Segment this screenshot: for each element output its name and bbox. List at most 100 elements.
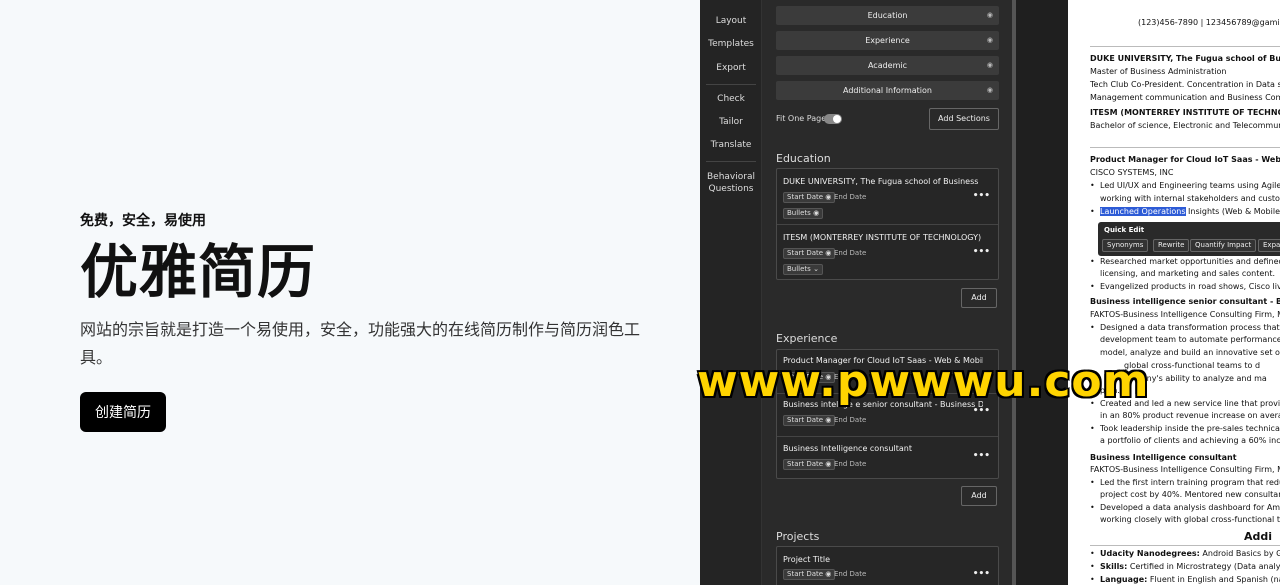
resume-bullet: Led the first intern training program th… [1090,478,1280,487]
synonyms-button[interactable]: Synonyms [1102,239,1149,252]
education-entry[interactable]: DUKE UNIVERSITY, The Fugua school of Bus… [777,169,998,225]
section-button-label: Education [867,11,908,20]
nav-translate[interactable]: Translate [700,139,762,151]
section-button-additional-information[interactable]: Additional Information ◉ [776,81,999,100]
projects-card: Project Title Start Date ◉ - End Date ••… [776,546,999,585]
resume-contact: (123)456-7890 | 123456789@gamil.com [1138,18,1280,27]
fit-one-page-toggle[interactable] [824,114,842,124]
resume-line: working with internal stakeholders and c… [1100,194,1280,203]
resume-line: a portfolio of clients and achieving a 6… [1100,436,1280,445]
resume-line: DUKE UNIVERSITY, The Fugua school of Bus… [1090,54,1280,63]
app-preview: Layout Templates Export Check Tailor Tra… [700,0,1280,585]
eye-icon: ◉ [813,209,820,217]
watermark: www.pwwwu.com [697,356,1150,407]
resume-line: working closely with global cross-functi… [1100,515,1280,524]
nav-export[interactable]: Export [700,62,762,74]
more-options-icon[interactable]: ••• [973,451,990,461]
rewrite-button[interactable]: Rewrite [1153,239,1190,252]
resume-line: licensing, and marketing and sales conte… [1100,269,1276,278]
end-date-label[interactable]: End Date [834,249,866,257]
date-separator: - [827,249,830,257]
section-button-experience[interactable]: Experience ◉ [776,31,999,50]
nav-layout[interactable]: Layout [700,15,762,27]
add-experience-button[interactable]: Add [961,486,997,506]
entry-title: Project Title [783,555,831,564]
section-divider [1090,147,1280,148]
eye-icon[interactable]: ◉ [987,81,993,100]
resume-bullet[interactable]: Launched Operations Insights (Web & Mobi… [1090,207,1280,216]
resume-line: CISCO SYSTEMS, INC [1090,168,1174,177]
start-date-label: Start Date [787,460,824,468]
nav-templates[interactable]: Templates [700,38,762,50]
quick-edit-title: Quick Edit [1104,226,1145,234]
education-entry[interactable]: ITESM (MONTERREY INSTITUTE OF TECHNOLOGY… [777,225,998,281]
resume-bullet: Researched market opportunities and defi… [1090,257,1280,266]
expand-button[interactable]: Expand [1258,239,1280,252]
bullets-pill[interactable]: Bullets ⌄ [783,264,823,275]
resume-label: Skills: [1100,562,1128,571]
resume-bullet: Designed a data transformation process t… [1090,323,1280,332]
resume-line: in an 80% product revenue increase on av… [1100,411,1280,420]
section-button-label: Experience [865,36,910,45]
end-date-label[interactable]: End Date [834,570,866,578]
more-options-icon[interactable]: ••• [973,191,990,201]
nav-tailor[interactable]: Tailor [700,116,762,128]
resume-label: Language: [1100,575,1148,584]
resume-bullet: Udacity Nanodegrees: Android Basics by G… [1090,549,1280,558]
start-date-label: Start Date [787,193,824,201]
nav-check[interactable]: Check [700,93,762,105]
resume-label: Udacity Nanodegrees: [1100,549,1200,558]
resume-preview: (123)456-7890 | 123456789@gamil.com DUKE… [1068,0,1280,585]
resume-line: Tech Club Co-President. Concentration in… [1090,80,1280,89]
more-options-icon[interactable]: ••• [973,406,990,416]
resume-line: Business intelligence senior consultant … [1090,297,1280,306]
section-button-label: Additional Information [842,86,932,95]
bullets-pill[interactable]: Bullets ◉ [783,208,824,219]
section-divider [1090,545,1280,546]
nav-divider [706,84,756,85]
more-options-icon[interactable]: ••• [973,247,990,257]
nav-behavioral-questions[interactable]: Behavioral Questions [700,171,762,195]
add-sections-button[interactable]: Add Sections [929,108,999,130]
resume-bullet: Took leadership inside the pre-sales tec… [1090,424,1280,433]
sections-panel: Education ◉ Experience ◉ Academic ◉ Additio… [762,0,1012,585]
end-date-label[interactable]: End Date [834,416,866,424]
panel-scrollbar[interactable] [1012,0,1016,585]
resume-text: Certified in Microstrategy (Data analysi… [1129,562,1280,571]
section-button-education[interactable]: Education ◉ [776,6,999,25]
create-resume-button[interactable]: 创建简历 [80,392,166,432]
experience-entry[interactable]: Business Intelligence consultant Start D… [777,437,998,480]
resume-line: Bachelor of science, Electronic and Tele… [1090,121,1280,130]
end-date-label[interactable]: End Date [834,193,866,201]
entry-title: Business Intelligence consultant [783,444,912,453]
resume-bullet: Language: Fluent in English and Spanish … [1090,575,1280,584]
entry-title: DUKE UNIVERSITY, The Fugua school of Bus… [783,177,979,186]
resume-line: FAKTOS-Business Intelligence Consulting … [1090,310,1280,319]
resume-bullet: Led UI/UX and Engineering teams using Ag… [1090,181,1280,190]
editor-sidebar-nav: Layout Templates Export Check Tailor Tra… [700,0,762,585]
date-separator: - [827,193,830,201]
project-entry[interactable]: Project Title Start Date ◉ - End Date ••… [777,547,998,585]
add-education-button[interactable]: Add [961,288,997,308]
resume-line: project cost by 40%. Mentored new consul… [1100,490,1280,499]
section-button-academic[interactable]: Academic ◉ [776,56,999,75]
eye-icon[interactable]: ◉ [987,6,993,25]
eye-icon[interactable]: ◉ [987,31,993,50]
fit-one-page-label: Fit One Page [776,114,827,123]
quick-edit-popup: Quick Edit Synonyms Rewrite Quantify Imp… [1098,222,1280,256]
nav-divider [706,161,756,162]
resume-text: Fluent in English and Spanish (native), [1149,575,1280,584]
eye-icon[interactable]: ◉ [987,56,993,75]
end-date-label[interactable]: End Date [834,460,866,468]
bullets-label: Bullets [787,265,811,273]
hero-tagline: 免费，安全，易使用 [80,213,206,229]
date-separator: - [827,460,830,468]
education-card: DUKE UNIVERSITY, The Fugua school of Bus… [776,168,999,280]
quantify-impact-button[interactable]: Quantify Impact [1190,239,1257,252]
resume-line: ITESM (MONTERREY INSTITUTE OF TECHNOLOGY [1090,108,1280,117]
more-options-icon[interactable]: ••• [973,569,990,579]
date-separator: - [827,570,830,578]
start-date-label: Start Date [787,570,824,578]
resume-line: Product Manager for Cloud IoT Saas - Web… [1090,155,1280,164]
selected-text[interactable]: Launched Operations [1100,207,1186,216]
